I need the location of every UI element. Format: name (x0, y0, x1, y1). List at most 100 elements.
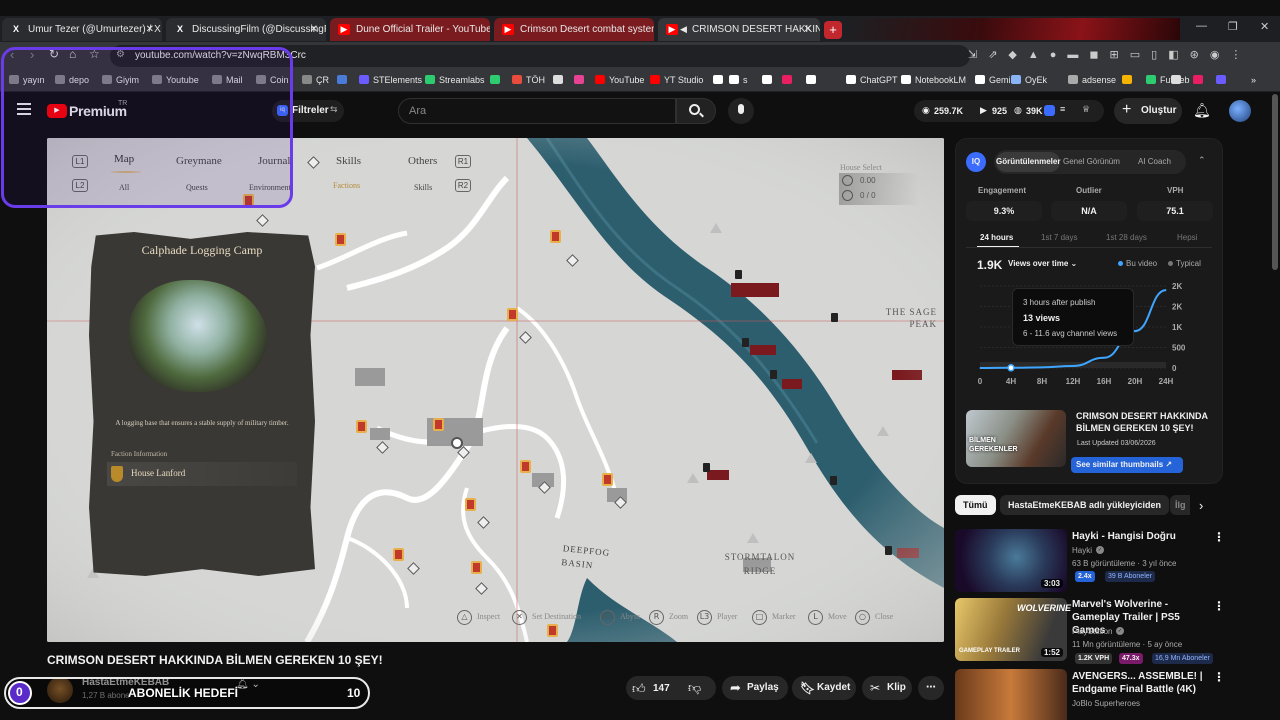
like-button[interactable]: 👍︎ 147 (632, 681, 678, 697)
camp-marker-icon[interactable] (830, 476, 837, 485)
avatar[interactable] (1229, 100, 1251, 122)
search-box[interactable]: Ara (398, 98, 676, 124)
series-point[interactable] (1007, 364, 1015, 372)
search-input[interactable]: Ara (409, 105, 426, 117)
range-all[interactable]: Hepsi (1177, 233, 1197, 242)
bookmark-stelements[interactable]: STElements (359, 72, 422, 88)
range-24h[interactable]: 24 hours (980, 233, 1013, 242)
bookmark-adsense[interactable]: adsense (1068, 72, 1116, 88)
camp-marker-icon[interactable] (703, 463, 710, 472)
metric-engagement-value: 9.3% (966, 201, 1042, 221)
bookmark-icon-only[interactable] (762, 72, 776, 88)
related-channel-hayki[interactable]: Hayki (1072, 546, 1092, 555)
bookmark-icon-only[interactable] (490, 72, 504, 88)
related-title-avengers[interactable]: AVENGERS... ASSEMBLE! | Endgame Final Ba… (1072, 670, 1212, 696)
vidiq-tab-views[interactable]: Görüntülenmeler (996, 152, 1060, 172)
range-7d[interactable]: 1st 7 days (1041, 233, 1077, 242)
quest-marker-icon[interactable] (507, 308, 518, 321)
page-scrollbar[interactable] (1272, 94, 1278, 270)
more-actions-button[interactable]: ⋯ (918, 676, 944, 700)
bookmark-streamlabs[interactable]: Streamlabs (425, 72, 485, 88)
close-icon[interactable]: ✕ (804, 18, 812, 41)
quest-marker-icon[interactable] (393, 548, 404, 561)
quest-marker-icon[interactable] (465, 498, 476, 511)
chip-next-icon[interactable]: › (1199, 498, 1203, 513)
new-tab-button[interactable]: + (824, 21, 842, 39)
more-vert-icon[interactable]: ⋮ (1213, 599, 1225, 613)
channel-stats-bar[interactable]: ◉ 259.7K ▶ 925 ◍ 39K ≡ ♕ (914, 100, 1104, 122)
bookmark-çr[interactable]: ÇR (302, 72, 329, 88)
bookmark-chatgpt[interactable]: ChatGPT (846, 72, 898, 88)
related-thumbnail-wolverine[interactable]: WOLVERINE GAMEPLAY TRAILER 1:52 (955, 598, 1071, 661)
camp-marker-icon[interactable] (770, 370, 777, 379)
quest-marker-icon[interactable] (471, 561, 482, 574)
join-dropdown[interactable]: 🔔︎ ⌄ (236, 679, 260, 690)
quest-marker-icon[interactable] (550, 230, 561, 243)
bookmark-notebooklm[interactable]: NotebookLM (901, 72, 966, 88)
share-button[interactable]: ➦ Paylaş (722, 676, 788, 700)
related-title-hayki[interactable]: Hayki - Hangisi Doğru (1072, 530, 1202, 543)
minimize-button[interactable]: — (1196, 20, 1207, 32)
quest-marker-icon[interactable] (602, 473, 613, 486)
related-channel-avengers[interactable]: JoBlo Superheroes (1072, 699, 1140, 708)
chip-all[interactable]: Tümü (955, 495, 996, 515)
camp-marker-icon[interactable] (831, 313, 838, 322)
bookmark-yt-studio[interactable]: YT Studio (650, 72, 703, 88)
bookmark-oyek[interactable]: OyEk (1011, 72, 1047, 88)
bookmark-icon-only[interactable] (782, 72, 796, 88)
vidiq-thumbnail[interactable]: BİLMEN GEREKENLER (966, 410, 1066, 467)
tab-crimson-combat[interactable]: ▶ Crimson Desert combat system is n (494, 18, 654, 41)
more-vert-icon[interactable]: ⋮ (1213, 530, 1225, 544)
bookmark-s[interactable]: s (729, 72, 748, 88)
vidiq-tab-ai-coach[interactable]: AI Coach (1138, 157, 1171, 166)
bookmarks-overflow-icon[interactable]: » (1251, 72, 1256, 88)
quest-marker-icon[interactable] (335, 233, 346, 246)
extension-icons[interactable]: ⇲⇗◆▲●▬◼⊞▭▯◧⊛◉⋮ (968, 48, 1272, 64)
related-thumbnail-hayki[interactable]: 3:03 (955, 529, 1067, 592)
search-button[interactable] (676, 98, 716, 124)
dislike-button[interactable]: 👎︎ (688, 680, 701, 696)
clip-button[interactable]: ✂ Klip (862, 676, 912, 700)
create-button[interactable]: + Oluştur (1114, 98, 1182, 124)
camp-marker-icon[interactable] (742, 338, 749, 347)
close-icon[interactable]: ✕ (310, 18, 318, 41)
metric-vph-label: VPH (1167, 186, 1184, 195)
quest-marker-icon[interactable] (356, 420, 367, 433)
related-thumbnail-avengers[interactable] (955, 669, 1067, 720)
quest-marker-icon[interactable] (520, 460, 531, 473)
video-player[interactable]: L1 L2 R1 R2 Map Greymane Journal Skills … (47, 138, 944, 642)
bookmark-icon-only[interactable] (1216, 72, 1230, 88)
tab-umur[interactable]: X Umur Tezer (@Umurtezer) / X ✕ (2, 18, 162, 41)
tab-dune[interactable]: ▶ Dune Official Trailer - YouTube (330, 18, 490, 41)
bookmark-icon-only[interactable] (574, 72, 588, 88)
save-button[interactable]: 🔖︎ Kaydet (792, 676, 856, 700)
tab-discussingfilm[interactable]: X DiscussingFilm (@DiscussingFilm) / X ✕ (166, 18, 326, 41)
bookmark-icon-only[interactable] (713, 72, 727, 88)
camp-marker-icon[interactable] (885, 546, 892, 555)
vidiq-tab-overview[interactable]: Genel Görünüm (1063, 157, 1120, 166)
bookmark-icon-only[interactable] (553, 72, 567, 88)
range-28d[interactable]: 1st 28 days (1106, 233, 1147, 242)
chip-related[interactable]: İlg (1170, 495, 1190, 515)
collapse-icon[interactable]: ⌃ (1198, 155, 1206, 166)
maximize-button[interactable]: ❐ (1228, 20, 1238, 33)
bookmark-töh[interactable]: TÖH (512, 72, 545, 88)
related-channel-wolverine[interactable]: PlayStation (1072, 627, 1112, 636)
voice-search-button[interactable] (728, 98, 754, 124)
quest-marker-icon[interactable] (433, 418, 444, 431)
see-similar-thumbnails-button[interactable]: See similar thumbnails ↗ (1071, 457, 1183, 473)
bookmark-icon-only[interactable] (806, 72, 820, 88)
bookmark-icon-only[interactable] (1122, 72, 1136, 88)
close-icon[interactable]: ✕ (146, 18, 154, 41)
tab-crimson-active[interactable]: ▶ ◀ CRIMSON DESERT HAKKINDA ✕ (658, 18, 820, 41)
notifications-bell-icon[interactable]: 🔔︎ (1193, 102, 1211, 119)
camp-marker-icon[interactable] (735, 270, 742, 279)
window-close-button[interactable]: ✕ (1260, 20, 1269, 33)
chip-uploader[interactable]: HastaEtmeKEBAB adlı yükleyiciden (1000, 495, 1170, 515)
views-mode-dropdown[interactable]: Views over time ⌄ (1008, 259, 1077, 268)
bookmark-icon-only[interactable] (1193, 72, 1207, 88)
bookmark-icon-only[interactable] (1171, 72, 1185, 88)
bookmark-youtube[interactable]: YouTube (595, 72, 644, 88)
bookmark-icon-only[interactable] (337, 72, 351, 88)
more-vert-icon[interactable]: ⋮ (1213, 670, 1225, 684)
